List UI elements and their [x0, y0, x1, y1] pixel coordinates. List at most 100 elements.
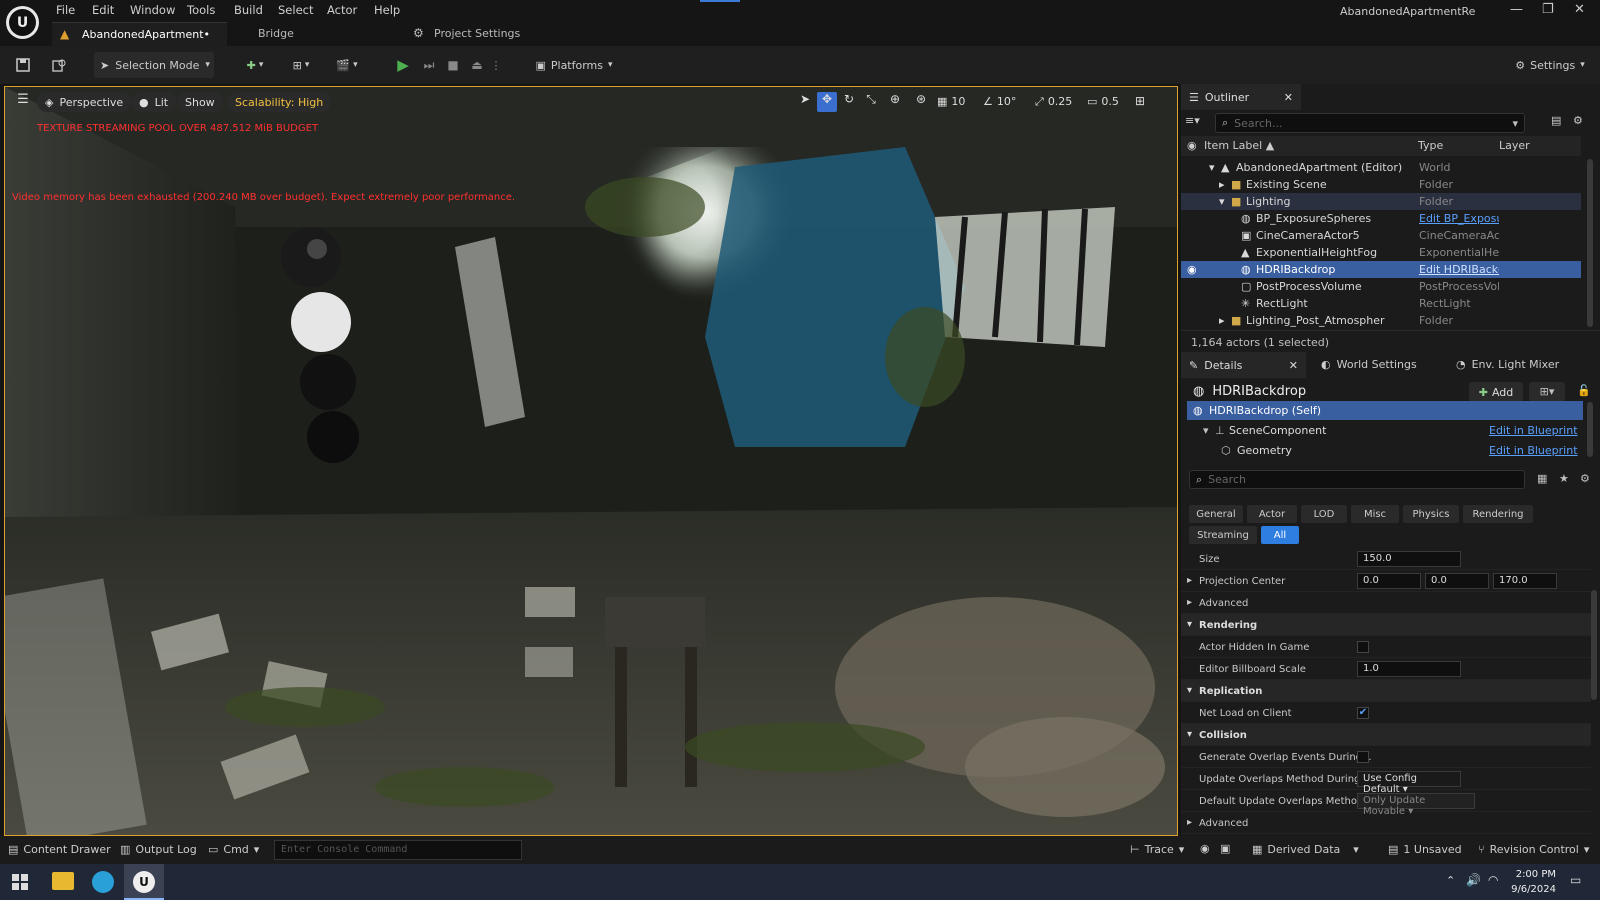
outliner-row-selected[interactable]: ◉ ◍ HDRIBackdrop Edit HDRIBackdı [1181, 261, 1581, 278]
blueprint-options-button[interactable]: ⊞▾ [1529, 382, 1565, 402]
category-actor[interactable]: Actor [1247, 505, 1297, 523]
component-row-self[interactable]: ◍ HDRIBackdrop (Self) [1187, 401, 1583, 420]
outliner-row[interactable]: ▲ ExponentialHeightFog ExponentialHeigl [1181, 244, 1581, 261]
outliner-row[interactable]: ◍ BP_ExposureSpheres Edit BP_Exposur [1181, 210, 1581, 227]
expand-icon[interactable]: ▸ [1187, 575, 1192, 586]
menu-select[interactable]: Select [278, 3, 313, 17]
stop-icon[interactable]: ■ [442, 52, 464, 78]
unreal-taskbar-icon[interactable]: U [124, 864, 164, 900]
rotation-snap[interactable]: ∠ 10° [983, 95, 1016, 108]
menu-window[interactable]: Window [130, 3, 175, 17]
close-icon[interactable]: ✕ [1284, 91, 1293, 104]
outliner-row[interactable]: ▢ PostProcessVolume PostProcessVol [1181, 278, 1581, 295]
net-load-checkbox[interactable]: ✔ [1357, 707, 1369, 719]
more-icon[interactable]: ⋮ [490, 52, 502, 78]
world-icon[interactable]: ⊕ [883, 92, 907, 112]
grid-snap[interactable]: ▦ 10 [937, 95, 965, 108]
revision-control-button[interactable]: ⑂ Revision Control ▾ [1478, 843, 1589, 856]
category-lod[interactable]: LOD [1301, 505, 1347, 523]
section-replication[interactable]: ▾ Replication [1181, 680, 1591, 702]
rotate-icon[interactable]: ↻ [839, 92, 859, 112]
projection-y-input[interactable]: 0.0 [1425, 573, 1489, 589]
outliner-row[interactable]: ▸ ■ Existing Scene Folder [1181, 176, 1581, 193]
tab-level[interactable]: ▲ AbandonedApartment• [52, 22, 227, 46]
eye-icon[interactable]: ◉ [1187, 263, 1197, 276]
collapse-icon[interactable]: ▾ [1187, 685, 1192, 696]
notifications-icon[interactable]: ▭ [1570, 873, 1581, 887]
save-icon[interactable] [12, 52, 34, 78]
menu-help[interactable]: Help [374, 3, 400, 17]
menu-actor[interactable]: Actor [327, 3, 357, 17]
section-advanced[interactable]: ▸ Advanced [1181, 592, 1591, 614]
clock[interactable]: 2:00 PM 9/6/2024 [1508, 867, 1556, 897]
expand-icon[interactable]: ▾ [1203, 424, 1209, 437]
file-explorer-icon[interactable] [52, 872, 74, 890]
expand-icon[interactable]: ▸ [1187, 597, 1192, 608]
expand-icon[interactable]: ▸ [1219, 178, 1225, 191]
blueprint-button[interactable]: ⊞ ▾ [284, 52, 318, 78]
eject-icon[interactable]: ⏏ [466, 52, 488, 78]
add-actor-button[interactable]: ✚ ▾ [238, 52, 272, 78]
category-general[interactable]: General [1189, 505, 1243, 523]
level-viewport[interactable]: ☰ ◈ Perspective ● Lit Show Scalability: Hi… [4, 86, 1178, 836]
add-component-button[interactable]: ✚ Add [1469, 382, 1523, 402]
billboard-scale-input[interactable]: 1.0 [1357, 661, 1461, 677]
col-layer[interactable]: Layer [1499, 139, 1530, 152]
cinematics-button[interactable]: 🎬 ▾ [330, 52, 364, 78]
details-search[interactable]: ⌕ Search [1189, 470, 1525, 489]
show-button[interactable]: Show [177, 92, 223, 112]
row-type-link[interactable]: Edit HDRIBackdı [1419, 263, 1499, 276]
content-drawer-button[interactable]: ▤ Content Drawer [8, 843, 111, 856]
console-input[interactable]: Enter Console Command [274, 840, 522, 860]
viewport-layout-icon[interactable]: ⊞ [1135, 94, 1145, 108]
category-misc[interactable]: Misc [1351, 505, 1399, 523]
close-icon[interactable]: ✕ [1574, 2, 1585, 17]
outliner-search[interactable]: ⌕ Search... ▾ [1215, 113, 1525, 133]
projection-x-input[interactable]: 0.0 [1357, 573, 1421, 589]
col-type[interactable]: Type [1418, 139, 1443, 152]
gear-icon[interactable]: ⚙ [1580, 472, 1590, 485]
edit-in-blueprint-link[interactable]: Edit in Blueprint [1489, 424, 1578, 437]
wifi-icon[interactable]: ◠ [1488, 873, 1498, 887]
windows-start-icon[interactable] [12, 874, 28, 893]
component-row[interactable]: ⬡ Geometry Edit in Blueprint [1187, 441, 1583, 460]
edit-in-blueprint-link[interactable]: Edit in Blueprint [1489, 444, 1578, 457]
category-streaming[interactable]: Streaming [1189, 526, 1257, 544]
collapse-icon[interactable]: ▾ [1187, 619, 1192, 630]
scale-snap[interactable]: ⤢ 0.25 [1035, 95, 1072, 109]
collapse-icon[interactable]: ▾ [1187, 729, 1192, 740]
tab-outliner[interactable]: ☰ Outliner ✕ [1181, 84, 1301, 110]
components-scrollbar[interactable] [1587, 402, 1593, 457]
perspective-button[interactable]: ◈ Perspective [37, 92, 132, 112]
lit-button[interactable]: ● Lit [131, 92, 177, 112]
menu-edit[interactable]: Edit [92, 3, 114, 17]
component-row[interactable]: ▾ ⊥ SceneComponent Edit in Blueprint [1187, 421, 1583, 440]
edge-browser-icon[interactable] [92, 871, 114, 893]
scalability-button[interactable]: Scalability: High [227, 92, 332, 112]
gear-icon[interactable]: ⚙ [1573, 114, 1583, 127]
overlap-events-checkbox[interactable] [1357, 751, 1369, 763]
star-icon[interactable]: ★ [1559, 472, 1569, 485]
browse-icon[interactable] [48, 52, 70, 78]
outliner-search-input[interactable]: Search... [1234, 117, 1282, 130]
expand-icon[interactable]: ▾ [1219, 195, 1225, 208]
hidden-in-game-checkbox[interactable] [1357, 641, 1369, 653]
scale-icon[interactable]: ⤡ [861, 92, 881, 112]
menu-build[interactable]: Build [234, 3, 263, 17]
minimize-icon[interactable]: — [1510, 2, 1523, 17]
output-log-button[interactable]: ▥ Output Log [120, 843, 197, 856]
lock-icon[interactable]: 🔓 [1577, 384, 1591, 397]
menu-tools[interactable]: Tools [187, 3, 215, 17]
section-collision[interactable]: ▾ Collision [1181, 724, 1591, 746]
section-rendering[interactable]: ▾ Rendering [1181, 614, 1591, 636]
platforms-button[interactable]: ▣ Platforms ▾ [532, 52, 616, 78]
col-item-label[interactable]: Item Label ▲ [1204, 139, 1274, 152]
tray-chevron-icon[interactable]: ⌃ [1446, 874, 1455, 887]
default-update-overlaps-select[interactable]: Only Update Movable ▾ [1357, 793, 1475, 817]
details-scrollbar[interactable] [1591, 590, 1597, 700]
category-rendering[interactable]: Rendering [1463, 505, 1533, 523]
add-folder-icon[interactable]: ▤ [1551, 114, 1561, 127]
selection-mode-button[interactable]: ➤ Selection Mode ▾ [94, 52, 214, 78]
tab-env-light-mixer[interactable]: ◔ Env. Light Mixer [1456, 358, 1559, 371]
outliner-row[interactable]: ▣ CineCameraActor5 CineCameraActo [1181, 227, 1581, 244]
